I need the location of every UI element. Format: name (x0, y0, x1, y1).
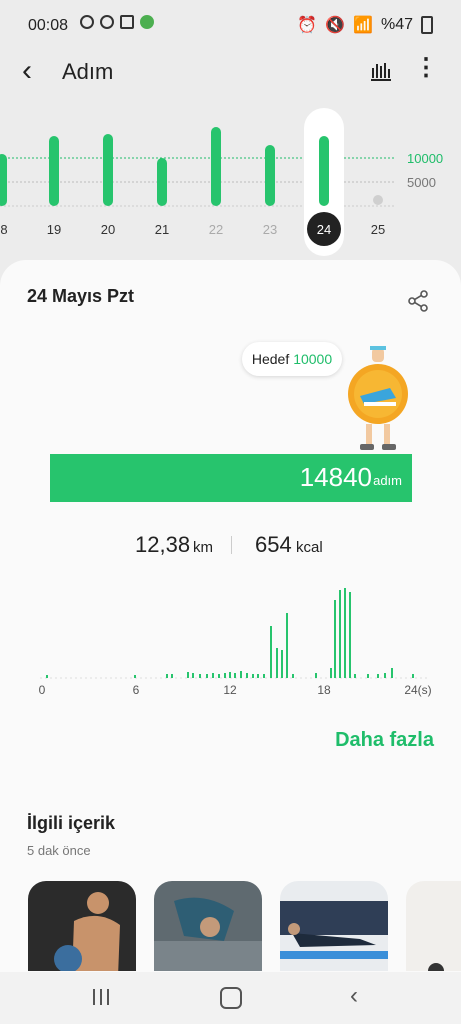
hour-tick: 24(s) (404, 683, 431, 697)
day-date: 24 Mayıs Pzt (27, 286, 135, 306)
step-progress-bar: 14840 adım (50, 454, 412, 502)
empty-day-dot (373, 195, 383, 205)
related-thumbnail[interactable] (280, 881, 388, 971)
goal-line-label: 10000 (407, 151, 443, 166)
notification-icon (100, 15, 114, 29)
day-label[interactable]: 8 (0, 222, 7, 237)
wifi-icon: 📶 (353, 17, 373, 34)
weekly-step-chart[interactable]: 10000 5000 8 19 20 21 22 23 24 25 (0, 100, 461, 260)
goal-label: Hedef (251, 351, 290, 367)
hour-tick: 6 (133, 683, 140, 697)
calories-value: 654 (255, 532, 292, 557)
notification-icons (80, 15, 154, 29)
app-bar: ‹ Adım ⋮ (0, 50, 461, 96)
related-thumbnail[interactable] (406, 881, 461, 971)
day-label[interactable]: 19 (47, 222, 61, 237)
day-detail-card: 24 Mayıs Pzt Hedef 10000 14840 adım 12,38… (0, 260, 461, 980)
day-label[interactable]: 21 (155, 222, 169, 237)
related-content-time: 5 dak önce (27, 843, 91, 858)
hourly-step-chart[interactable]: 0 6 12 18 24(s) (30, 578, 440, 704)
app-icon (120, 15, 134, 29)
system-icons: ⏰ 🔇 📶 %47 (297, 15, 433, 35)
recent-apps-icon[interactable] (92, 988, 110, 1006)
step-unit: adım (373, 473, 402, 488)
day-bar[interactable] (265, 145, 275, 206)
day-bar[interactable] (157, 158, 167, 206)
status-time: 00:08 (28, 17, 69, 34)
battery-text: %47 (380, 16, 413, 33)
pinterest-icon (80, 15, 94, 29)
bar-chart-icon[interactable] (370, 60, 392, 82)
step-count: 14840 (299, 462, 372, 492)
stats-divider (231, 536, 232, 554)
day-label[interactable]: 25 (371, 222, 385, 237)
related-content-carousel[interactable] (28, 881, 461, 971)
alarm-icon: ⏰ (297, 17, 318, 34)
goal-bubble: Hedef 10000 (242, 342, 342, 376)
day-label[interactable]: 20 (101, 222, 115, 237)
day-bar[interactable] (103, 134, 113, 206)
goal-value: 10000 (293, 351, 333, 367)
distance-unit: km (193, 539, 213, 556)
status-bar: 00:08 ⏰ 🔇 📶 %47 (0, 0, 461, 50)
hour-tick: 18 (317, 683, 331, 697)
step-mascot-image (348, 346, 408, 450)
share-icon[interactable] (407, 290, 429, 312)
page-title: Adım (62, 59, 114, 84)
related-thumbnail[interactable] (28, 881, 136, 971)
distance-value: 12,38 (135, 532, 191, 557)
related-content-title: İlgili içerik (27, 813, 116, 833)
hour-tick: 0 (39, 683, 46, 697)
home-icon[interactable] (220, 987, 242, 1009)
day-bar[interactable] (49, 136, 59, 206)
more-icon[interactable]: ⋮ (414, 53, 438, 83)
battery-icon (421, 16, 433, 34)
day-bar[interactable] (211, 127, 221, 206)
day-label[interactable]: 23 (263, 222, 277, 237)
day-label[interactable]: 22 (209, 222, 223, 237)
calories-unit: kcal (296, 539, 323, 556)
nav-back-icon[interactable]: ‹ (350, 982, 358, 1010)
back-icon[interactable]: ‹ (22, 56, 32, 86)
day-bar[interactable] (0, 154, 7, 206)
more-details-link[interactable]: Daha fazla (335, 729, 434, 752)
app-notification-icon (140, 15, 154, 29)
day-stats: 12,38 km 654 kcal (0, 532, 461, 562)
hourly-bars (46, 588, 414, 678)
day-bar[interactable] (319, 136, 329, 206)
half-line-label: 5000 (407, 175, 436, 190)
selected-day-label[interactable]: 24 (317, 222, 331, 237)
system-nav-bar: ‹ (0, 972, 461, 1024)
mute-icon: 🔇 (325, 17, 346, 34)
hour-tick: 12 (223, 683, 237, 697)
related-thumbnail[interactable] (154, 881, 262, 971)
